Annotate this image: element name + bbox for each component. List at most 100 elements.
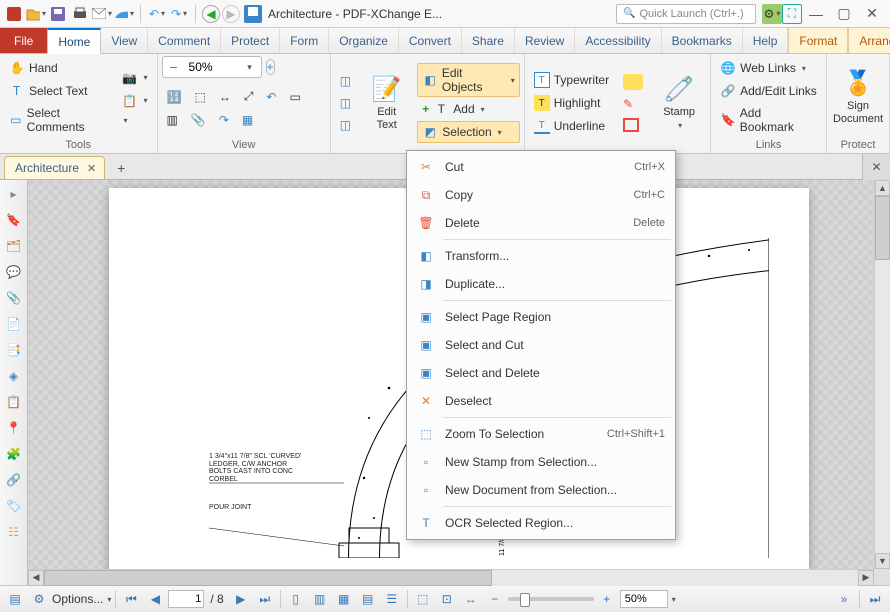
hand-tool[interactable]: ✋Hand	[4, 57, 113, 79]
fit-actual-icon[interactable]: ⬚	[412, 589, 434, 609]
fit-visible-icon[interactable]: ⤢	[239, 86, 259, 107]
next-page-button[interactable]: ▶	[230, 589, 252, 609]
pencil-tool[interactable]: ✎	[618, 94, 648, 114]
edit-mode-c[interactable]: ◫	[335, 115, 356, 135]
tab-help[interactable]: Help	[743, 28, 789, 53]
undo-icon[interactable]: ↶▾	[147, 4, 167, 24]
zoom-percent-input[interactable]	[620, 590, 668, 608]
save-icon[interactable]	[48, 4, 68, 24]
tab-convert[interactable]: Convert	[399, 28, 462, 53]
tab-comment[interactable]: Comment	[148, 28, 221, 53]
last-page-button[interactable]: ⏭	[254, 589, 276, 609]
web-links-button[interactable]: 🌐Web Links▾	[715, 57, 822, 79]
layout-single-icon[interactable]: ▯	[285, 589, 307, 609]
menu-item-transform[interactable]: ◧Transform...	[407, 242, 675, 270]
tab-format[interactable]: Format	[788, 28, 848, 53]
guides-icon[interactable]: ▦	[237, 110, 258, 130]
typewriter-tool[interactable]: TTypewriter	[529, 69, 614, 91]
menu-item-ocr-selected-region[interactable]: TOCR Selected Region...	[407, 509, 675, 537]
comments-pane-icon[interactable]: 💬	[4, 262, 24, 282]
zoom-slider[interactable]	[508, 597, 594, 601]
print-icon[interactable]	[70, 4, 90, 24]
end-nav-icon[interactable]: ⏭	[864, 589, 886, 609]
select-comments-tool[interactable]: ▭Select Comments	[4, 103, 113, 137]
attachments-icon[interactable]: 📎	[186, 110, 211, 130]
new-tab-button[interactable]: +	[107, 157, 135, 179]
tab-arrange[interactable]: Arrange	[848, 28, 890, 53]
layout-book-icon[interactable]: ▤	[357, 589, 379, 609]
layout-webview-icon[interactable]: ☰	[381, 589, 403, 609]
rotate-left-icon[interactable]: ↶	[261, 86, 281, 107]
close-button[interactable]: ✕	[858, 3, 886, 25]
bookmarks-pane-icon[interactable]: 🔖	[4, 210, 24, 230]
document-tab[interactable]: Architecture ✕	[4, 156, 105, 179]
zoom-value-input[interactable]	[185, 60, 239, 74]
more-tools[interactable]: ▾	[117, 113, 153, 128]
nav-back-icon[interactable]: ◀	[202, 5, 220, 23]
edit-mode-a[interactable]: ◫	[335, 71, 356, 91]
nav-fwd-icon[interactable]: ▶	[222, 5, 240, 23]
thumbnails-pane-icon[interactable]: 🗂	[4, 236, 24, 256]
tab-share[interactable]: Share	[462, 28, 515, 53]
statusbar-more-icon[interactable]: »	[833, 589, 855, 609]
menu-item-select-and-cut[interactable]: ▣Select and Cut	[407, 331, 675, 359]
minimize-button[interactable]: —	[802, 3, 830, 25]
page-number-input[interactable]	[168, 590, 204, 608]
order-pane-icon[interactable]: ☷	[4, 522, 24, 542]
options-gear-icon[interactable]: ⚙	[28, 589, 50, 609]
destinations-pane-icon[interactable]: 📍	[4, 418, 24, 438]
fit-width-status-icon[interactable]: ↔	[460, 589, 482, 609]
tab-accessibility[interactable]: Accessibility	[575, 28, 661, 53]
options-label[interactable]: Options...	[52, 592, 103, 606]
edit-text-button[interactable]: 📝 Edit Text	[360, 70, 413, 135]
tab-close-icon[interactable]: ✕	[87, 162, 96, 175]
add-bookmark-button[interactable]: 🔖Add Bookmark	[715, 103, 822, 137]
layout-facing-icon[interactable]: ▦	[333, 589, 355, 609]
tab-bookmarks[interactable]: Bookmarks	[662, 28, 743, 53]
clipboard-tool[interactable]: 📋▾	[117, 90, 153, 112]
content-pane-icon[interactable]: 📋	[4, 392, 24, 412]
layout-continuous-icon[interactable]: ▥	[309, 589, 331, 609]
tab-home[interactable]: Home	[47, 28, 101, 54]
zoom-in-button[interactable]: +	[266, 59, 275, 75]
app-menu-icon[interactable]	[4, 4, 24, 24]
menu-item-copy[interactable]: ⧉CopyCtrl+C	[407, 181, 675, 209]
zoom-in-status[interactable]: +	[596, 589, 618, 609]
quick-launch-input[interactable]: Quick Launch (Ctrl+.)	[616, 4, 756, 24]
zoom-out-status[interactable]: −	[484, 589, 506, 609]
highlight-tool[interactable]: THighlight	[529, 92, 614, 114]
signatures-pane-icon[interactable]: 📑	[4, 340, 24, 360]
selection-button[interactable]: ◩Selection▾	[417, 121, 519, 143]
tab-review[interactable]: Review	[515, 28, 575, 53]
3d-pane-icon[interactable]: 🧩	[4, 444, 24, 464]
add-edit-links-button[interactable]: 🔗Add/Edit Links	[715, 80, 822, 102]
menu-item-duplicate[interactable]: ◨Duplicate...	[407, 270, 675, 298]
fullscreen-icon[interactable]: ⛶	[782, 4, 802, 24]
rotate-right-icon[interactable]: ↷	[214, 110, 234, 130]
underline-tool[interactable]: TUnderline	[529, 115, 614, 137]
menu-item-delete[interactable]: 🗑DeleteDelete	[407, 209, 675, 237]
tab-view[interactable]: View	[101, 28, 148, 53]
tab-organize[interactable]: Organize	[329, 28, 399, 53]
edit-mode-b[interactable]: ◫	[335, 93, 356, 113]
redo-icon[interactable]: ↷▾	[169, 4, 189, 24]
ui-options-icon[interactable]: ⚙▾	[762, 4, 782, 24]
sign-document-button[interactable]: 🏅 Sign Document	[831, 64, 885, 129]
menu-item-new-document-from-selection[interactable]: ▫New Document from Selection...	[407, 476, 675, 504]
fit-page-status-icon[interactable]: ⊡	[436, 589, 458, 609]
shape-tool[interactable]	[618, 115, 648, 135]
actual-size-icon[interactable]: 🔢	[162, 86, 187, 107]
attachments-pane-icon[interactable]: 📎	[4, 288, 24, 308]
close-all-tabs-button[interactable]: ✕	[862, 154, 890, 180]
menu-item-cut[interactable]: ✂CutCtrl+X	[407, 153, 675, 181]
zoom-out-button[interactable]: −	[163, 56, 185, 78]
select-text-tool[interactable]: ᎢSelect Text	[4, 80, 113, 102]
menu-item-zoom-to-selection[interactable]: ⬚Zoom To SelectionCtrl+Shift+1	[407, 420, 675, 448]
fit-page-icon[interactable]: ⬚	[189, 86, 210, 107]
menu-item-select-page-region[interactable]: ▣Select Page Region	[407, 303, 675, 331]
open-icon[interactable]: ▾	[26, 4, 46, 24]
stamp-button[interactable]: 🧷 Stamp▾	[652, 70, 706, 135]
maximize-button[interactable]: ▢	[830, 3, 858, 25]
layers-pane-icon[interactable]: ◈	[4, 366, 24, 386]
edit-objects-button[interactable]: ◧Edit Objects▾	[417, 63, 519, 97]
